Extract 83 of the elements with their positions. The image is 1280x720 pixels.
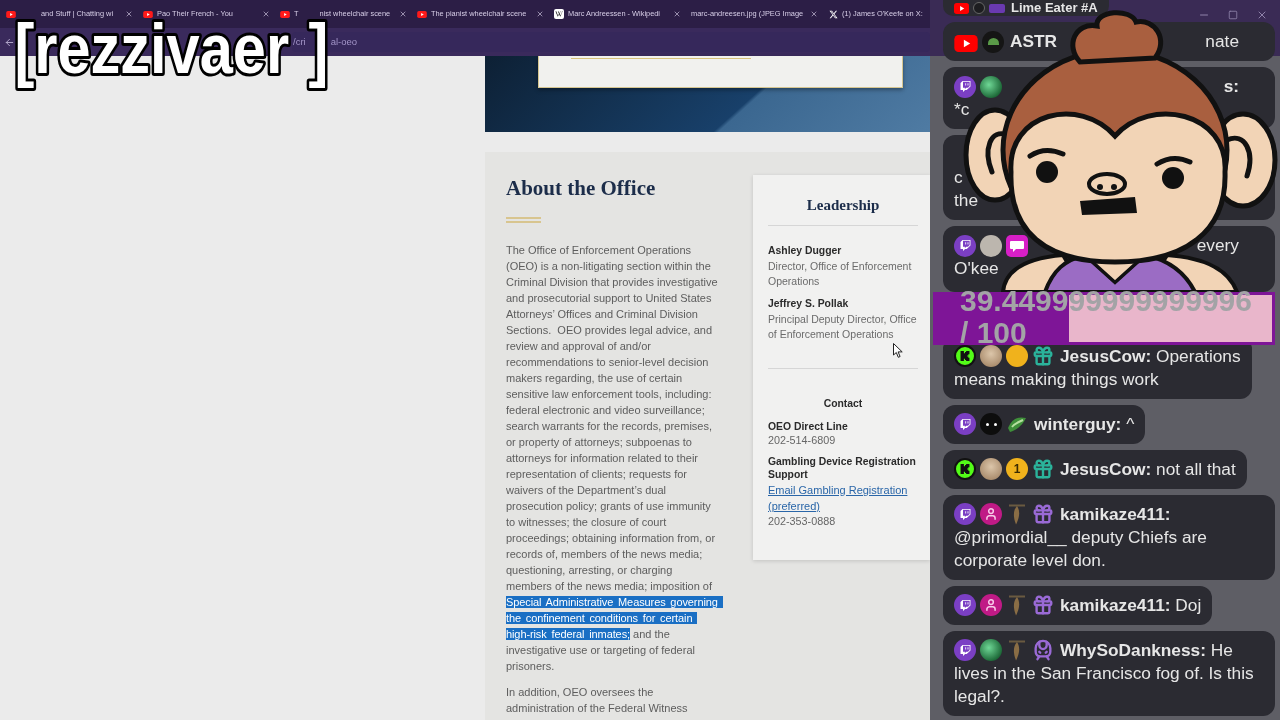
chat-username: winterguy: <box>1034 414 1122 434</box>
twitch-icon <box>954 413 976 435</box>
close-icon[interactable] <box>1256 9 1268 21</box>
chat-message: O'kee <box>954 258 999 278</box>
feather-icon <box>1006 594 1028 616</box>
chat-message: ^ <box>1126 414 1135 434</box>
twitch-icon <box>954 639 976 661</box>
speech-bubble-icon <box>1006 234 1028 257</box>
chat-username: JesusCow: <box>1060 459 1152 479</box>
chat-username: WhySoDankness: <box>1060 640 1206 660</box>
avatar-icon <box>980 75 1002 98</box>
avatar-icon <box>980 458 1002 480</box>
contact-label: OEO Direct Line <box>768 420 849 433</box>
train-icon <box>1032 639 1054 661</box>
person-name: Jeffrey S. Pollak <box>768 297 850 311</box>
back-icon[interactable] <box>4 36 15 48</box>
section-heading: About the Office <box>506 175 657 201</box>
avatar-icon <box>973 2 985 14</box>
email-link[interactable]: Email Gambling Registration (preferred) <box>768 482 918 514</box>
chat-username: s: <box>1223 75 1239 98</box>
badge-icon <box>989 3 1005 13</box>
person-role: Principal Deputy Director, Office of Enforcement Operations <box>768 312 918 341</box>
person-role: Director, Office of Enforcement Operations <box>768 259 913 288</box>
phone-number: 202-514-6809 <box>768 433 837 448</box>
close-icon[interactable] <box>536 10 544 18</box>
person-name: Ashley Dugger <box>768 244 843 258</box>
avatar-icon <box>980 413 1002 435</box>
monkey-eye <box>1036 161 1058 183</box>
kick-icon <box>954 345 976 367</box>
avatar-icon <box>980 345 1002 367</box>
chat-username: ASTR <box>1010 30 1058 53</box>
monkey-nose <box>1087 172 1127 196</box>
chat-message: Doj <box>1175 595 1202 615</box>
chat-message: the <box>954 190 979 210</box>
chat-message: lives in the San Francisco fog of. Is this legal?. <box>954 663 1254 706</box>
chat-message: not all that <box>1156 459 1236 479</box>
chat-message: Operations <box>1156 346 1241 366</box>
kick-icon <box>954 458 976 480</box>
person-icon <box>980 594 1002 616</box>
contact-heading: Contact <box>822 397 864 411</box>
chat-message: *c <box>954 99 970 119</box>
phone-number: 202-353-0888 <box>768 514 837 529</box>
twitch-icon <box>954 594 976 616</box>
twitch-icon <box>954 234 976 257</box>
avatar-icon <box>980 234 1002 257</box>
close-icon[interactable] <box>673 10 681 18</box>
close-icon[interactable] <box>399 10 407 18</box>
chat-message: c <box>954 167 963 187</box>
chat-message: He <box>1210 640 1233 660</box>
monkey-eyebrow <box>1027 147 1066 159</box>
article-paragraph: In addition, OEO oversees the administration of the Federal Witness <box>506 685 689 716</box>
monkey-mouth <box>1080 197 1137 215</box>
avatar-icon <box>980 639 1002 661</box>
chat-message: every <box>1196 234 1239 257</box>
youtube-icon <box>954 2 969 14</box>
heading-underline <box>506 217 541 223</box>
tier-badge: 1 <box>1006 458 1028 480</box>
feather-icon <box>1006 639 1028 661</box>
chat-username: JesusCow: <box>1060 346 1152 366</box>
feather-icon <box>1006 503 1028 525</box>
monkey-eyebrow <box>1154 155 1193 167</box>
close-icon[interactable] <box>810 10 818 18</box>
youtube-icon <box>954 34 978 52</box>
twitch-icon <box>954 75 976 98</box>
avatar-icon <box>982 30 1004 53</box>
chat-message: @primordial__ deputy Chiefs are corporate level don. <box>954 527 1207 570</box>
monkey-eye <box>1162 167 1184 189</box>
card-title: Leadership <box>805 196 881 215</box>
chat-username: kamikaze411: <box>1060 504 1171 524</box>
twitch-icon <box>954 503 976 525</box>
chat-username: kamikaze411: <box>1060 595 1171 615</box>
wikipedia-icon <box>554 9 564 19</box>
coin-icon <box>1006 345 1028 367</box>
x-logo-icon <box>828 9 838 19</box>
maximize-icon[interactable] <box>1228 10 1238 20</box>
contact-label: Gambling Device Registration Support <box>768 455 917 481</box>
person-icon <box>980 503 1002 525</box>
chat-username: Lime Eater #A <box>1011 0 1098 16</box>
youtube-icon <box>6 10 16 18</box>
chat-message: nate <box>1205 30 1239 53</box>
chat-message: means making things work <box>954 369 1159 389</box>
cursor-icon <box>893 343 903 358</box>
youtube-icon <box>417 10 427 18</box>
